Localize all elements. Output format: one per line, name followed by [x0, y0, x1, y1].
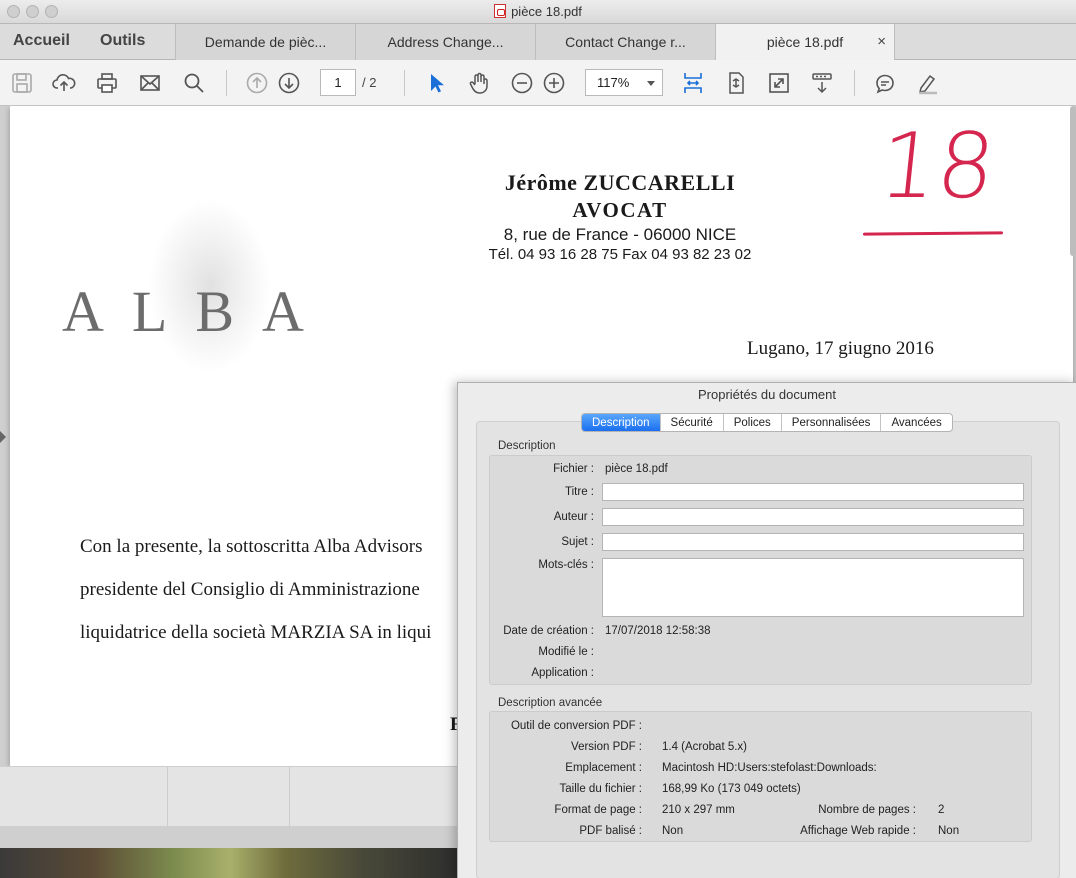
- read-mode-icon[interactable]: [809, 70, 835, 96]
- subject-field[interactable]: [602, 533, 1024, 551]
- doc-tab-label: pièce 18.pdf: [766, 34, 844, 50]
- window-title: pièce 18.pdf: [0, 4, 1076, 19]
- background-cell: [168, 767, 290, 827]
- keywords-label: Mots-clés :: [538, 559, 594, 571]
- page-count-value: 2: [938, 804, 945, 816]
- fit-page-icon[interactable]: [723, 70, 749, 96]
- author-field[interactable]: [602, 508, 1024, 526]
- body-line: Con la presente, la sottoscritta Alba Ad…: [80, 536, 423, 557]
- comment-icon[interactable]: [872, 70, 898, 96]
- pdf-file-icon: [494, 4, 507, 18]
- description-group-label: Description: [498, 440, 556, 452]
- title-field[interactable]: [602, 483, 1024, 501]
- chevron-down-icon: [647, 81, 655, 86]
- page-format-label: Format de page :: [554, 804, 642, 816]
- doc-tab-3[interactable]: Contact Change r...: [535, 24, 715, 60]
- file-value: pièce 18.pdf: [605, 463, 668, 475]
- created-label: Date de création :: [503, 625, 594, 637]
- converter-label: Outil de conversion PDF :: [510, 720, 642, 732]
- created-value: 17/07/2018 12:58:38: [605, 625, 711, 637]
- body-line: presidente del Consiglio di Amministrazi…: [80, 579, 420, 600]
- hand-icon[interactable]: [466, 70, 492, 96]
- dialog-title: Propriétés du document: [697, 387, 837, 402]
- tab-advanced[interactable]: Avancées: [881, 414, 951, 431]
- keywords-field[interactable]: [602, 558, 1024, 617]
- tab-fonts[interactable]: Polices: [724, 414, 782, 431]
- doc-tab-label: Address Change...: [387, 34, 504, 50]
- vertical-scrollbar[interactable]: [1070, 106, 1076, 256]
- page-total-label: / 2: [362, 75, 377, 90]
- highlight-icon[interactable]: [915, 70, 941, 96]
- print-icon[interactable]: [94, 70, 120, 96]
- nav-tools[interactable]: Outils: [100, 32, 145, 50]
- doc-tab-active[interactable]: pièce 18.pdf ×: [715, 24, 895, 60]
- title-bar: pièce 18.pdf: [0, 0, 1076, 24]
- pdf-version-value: 1.4 (Acrobat 5.x): [662, 741, 748, 753]
- background-window-strip: [0, 766, 460, 827]
- prev-page-icon[interactable]: [244, 70, 270, 96]
- subject-label: Sujet :: [561, 536, 594, 548]
- letterhead-phone: Tél. 04 93 16 28 75 Fax 04 93 82 23 02: [488, 246, 752, 263]
- tab-custom[interactable]: Personnalisées: [782, 414, 882, 431]
- letterhead-address: 8, rue de France - 06000 NICE: [503, 225, 737, 244]
- doc-tab-label: Contact Change r...: [565, 34, 686, 50]
- page-number-input[interactable]: 1: [320, 69, 356, 96]
- page-format-value: 210 x 297 mm: [662, 804, 735, 816]
- fast-web-view-label: Affichage Web rapide :: [800, 825, 916, 837]
- doc-tab-1[interactable]: Demande de pièc...: [175, 24, 355, 60]
- advanced-group-label: Description avancée: [498, 697, 603, 709]
- file-size-value: 168,99 Ko (173 049 octets): [662, 783, 801, 795]
- panel-toggle-icon[interactable]: [0, 431, 6, 443]
- background-cell: [0, 767, 168, 827]
- zoom-in-icon[interactable]: [541, 70, 567, 96]
- doc-tab-label: Demande de pièc...: [204, 34, 327, 50]
- search-icon[interactable]: [181, 70, 207, 96]
- letter-date: Lugano, 17 giugno 2016: [747, 338, 934, 359]
- piece-number-stamp: 18: [874, 114, 1001, 219]
- author-label: Auteur :: [553, 511, 594, 523]
- title-label: Titre :: [565, 486, 594, 498]
- zoom-select[interactable]: 117%: [585, 69, 663, 96]
- full-screen-icon[interactable]: [766, 70, 792, 96]
- location-label: Emplacement :: [565, 762, 642, 774]
- zoom-out-icon[interactable]: [509, 70, 535, 96]
- pdf-version-label: Version PDF :: [571, 741, 642, 753]
- next-page-icon[interactable]: [276, 70, 302, 96]
- tagged-pdf-value: Non: [662, 825, 684, 837]
- tab-security[interactable]: Sécurité: [661, 414, 724, 431]
- page-count-label: Nombre de pages :: [818, 804, 916, 816]
- location-value: Macintosh HD:Users:stefolast:Downloads:: [662, 762, 877, 774]
- window-title-text: pièce 18.pdf: [511, 4, 582, 19]
- toolbar-separator: [226, 70, 227, 96]
- toolbar: 1 / 2 117%: [0, 60, 1076, 106]
- application-label: Application :: [531, 667, 594, 679]
- file-size-label: Taille du fichier :: [559, 783, 642, 795]
- modified-label: Modifié le :: [538, 646, 594, 658]
- fast-web-view-value: Non: [938, 825, 960, 837]
- tab-bar: Accueil Outils Demande de pièc... Addres…: [0, 24, 1076, 60]
- mail-icon[interactable]: [137, 70, 163, 96]
- letterhead-title: AVOCAT: [572, 198, 668, 222]
- piece-number-underline: [862, 231, 1004, 236]
- doc-tab-2[interactable]: Address Change...: [355, 24, 535, 60]
- tab-description[interactable]: Description: [582, 414, 661, 431]
- letterhead-name: Jérôme ZUCCARELLI: [504, 170, 736, 195]
- dialog-tabs: Description Sécurité Polices Personnalis…: [581, 413, 953, 432]
- nav-home[interactable]: Accueil: [13, 32, 70, 50]
- zoom-value: 117%: [597, 75, 630, 90]
- scroll-mode-icon[interactable]: [680, 70, 706, 96]
- toolbar-separator: [404, 70, 405, 96]
- body-line: liquidatrice della società MARZIA SA in …: [80, 622, 432, 643]
- close-tab-icon[interactable]: ×: [877, 24, 886, 60]
- alba-logo: ALBA: [62, 279, 332, 344]
- document-properties-dialog: Propriétés du document Description Sécur…: [457, 382, 1076, 878]
- save-icon[interactable]: [9, 70, 35, 96]
- tagged-pdf-label: PDF balisé :: [579, 825, 642, 837]
- select-arrow-icon[interactable]: [423, 70, 449, 96]
- upload-icon[interactable]: [51, 70, 77, 96]
- toolbar-separator: [854, 70, 855, 96]
- file-label: Fichier :: [553, 463, 594, 475]
- background-photo: [0, 848, 460, 878]
- letterhead: Jérôme ZUCCARELLI AVOCAT 8, rue de Franc…: [470, 170, 770, 263]
